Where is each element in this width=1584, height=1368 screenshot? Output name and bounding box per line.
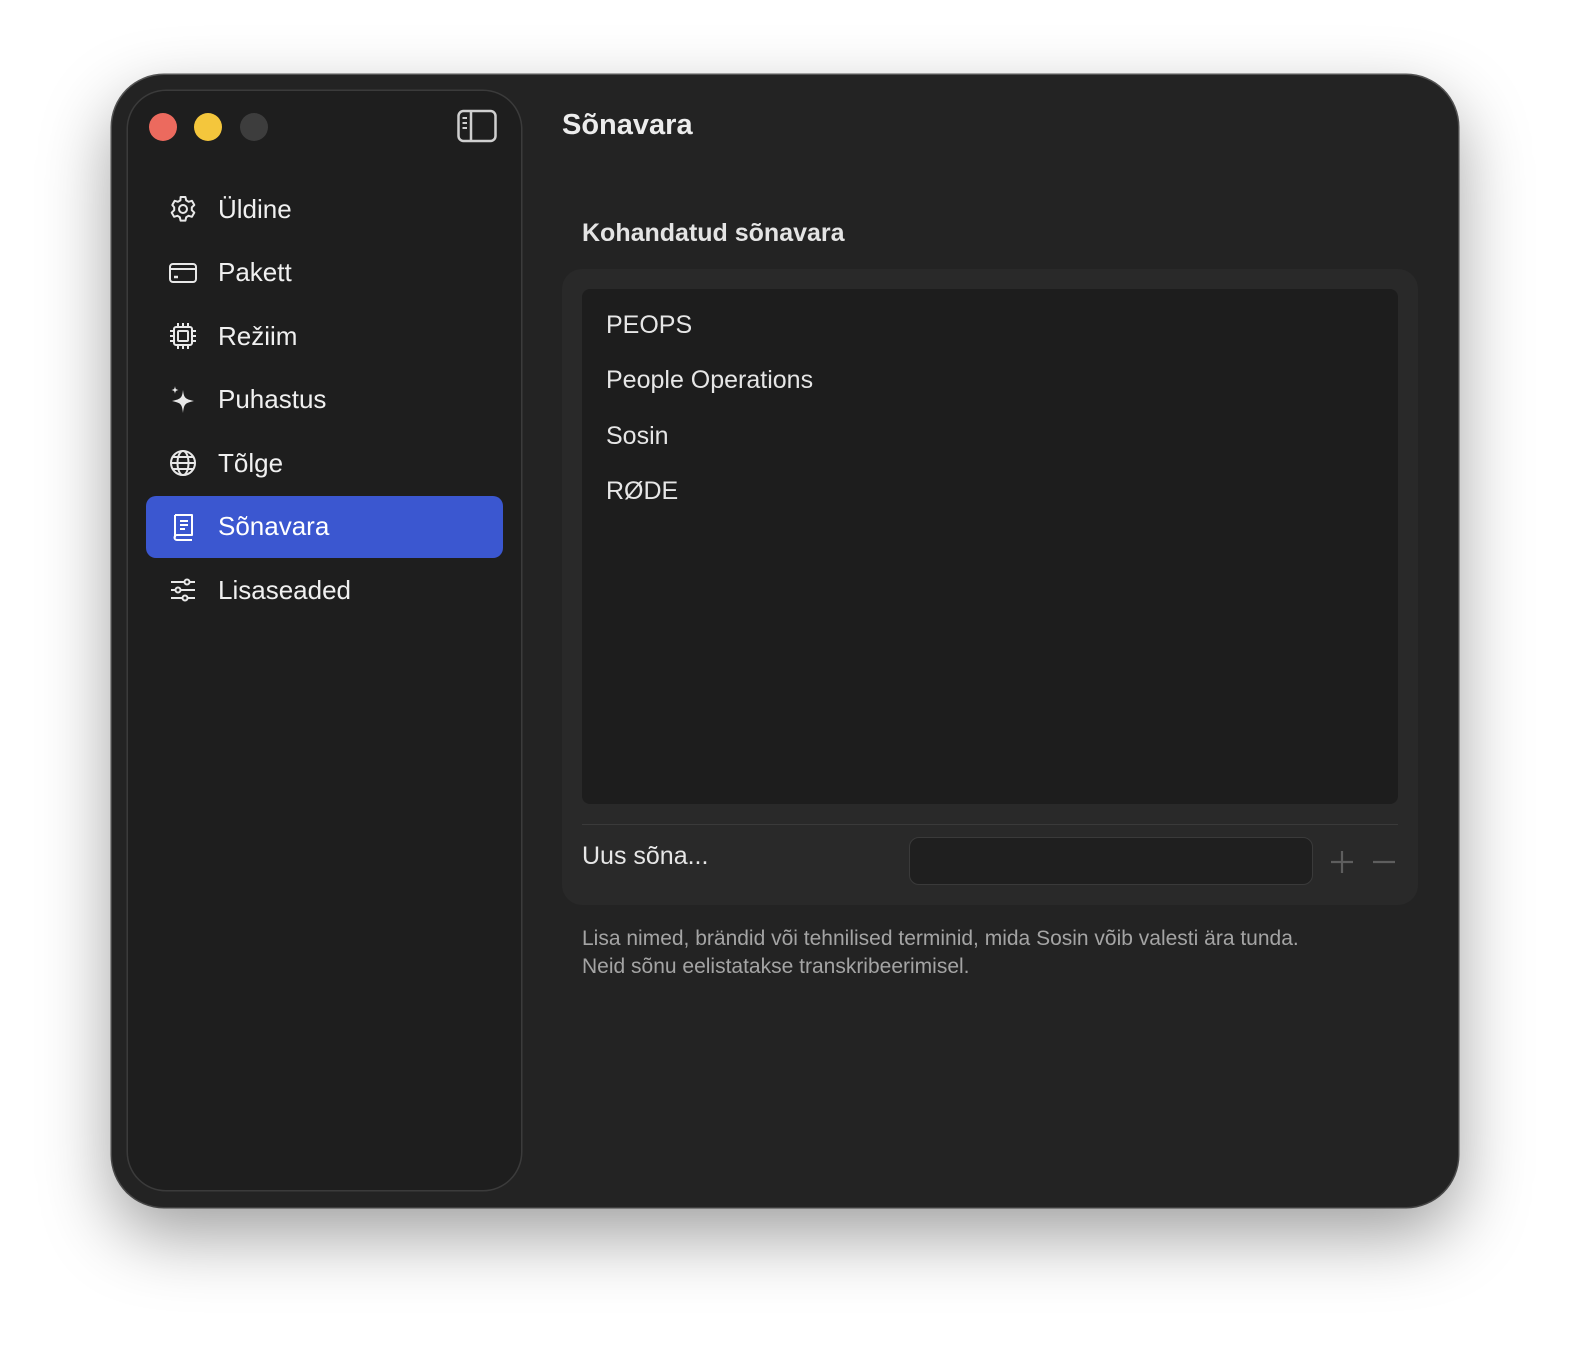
- credit-card-icon: [168, 258, 198, 288]
- word-list[interactable]: PEOPS People Operations Sosin RØDE: [582, 289, 1398, 804]
- help-text: Lisa nimed, brändid või tehnilised termi…: [582, 925, 1412, 981]
- sidebar-item-label: Sõnavara: [218, 511, 330, 541]
- sidebar-item-advanced[interactable]: Lisaseaded: [146, 559, 503, 621]
- new-word-label: Uus sõna...: [582, 842, 709, 870]
- plus-icon: [1331, 851, 1353, 873]
- close-window-button[interactable]: [149, 113, 177, 141]
- sidebar-item-plan[interactable]: Pakett: [146, 242, 503, 304]
- help-text-line: Lisa nimed, brändid või tehnilised termi…: [582, 927, 1299, 950]
- sidebar: Üldine Pakett Režiim Puhastus Tõlge Sõna…: [128, 91, 521, 1190]
- sidebar-item-vocabulary[interactable]: Sõnavara: [146, 495, 503, 558]
- help-text-line: Neid sõnu eelistatakse transkribeerimise…: [582, 955, 970, 978]
- sidebar-item-label: Tõlge: [218, 447, 284, 478]
- gear-icon: [168, 194, 198, 224]
- new-word-input[interactable]: [909, 837, 1313, 885]
- vocabulary-card: PEOPS People Operations Sosin RØDE Uus s…: [562, 269, 1418, 905]
- sidebar-nav: Üldine Pakett Režiim Puhastus Tõlge Sõna…: [146, 178, 503, 623]
- remove-word-button[interactable]: [1370, 848, 1398, 876]
- sidebar-item-label: Pakett: [218, 257, 292, 287]
- divider: [582, 824, 1398, 825]
- page-title: Sõnavara: [562, 109, 693, 141]
- zoom-window-button[interactable]: [240, 113, 268, 141]
- sidebar-item-label: Üldine: [218, 193, 292, 224]
- sidebar-item-cleanup[interactable]: Puhastus: [146, 369, 503, 431]
- sidebar-toggle-icon[interactable]: [457, 109, 497, 143]
- sliders-icon: [168, 575, 198, 605]
- globe-icon: [168, 448, 198, 478]
- sidebar-item-label: Režiim: [218, 320, 298, 351]
- sidebar-item-general[interactable]: Üldine: [146, 178, 503, 240]
- settings-window: Üldine Pakett Režiim Puhastus Tõlge Sõna…: [112, 75, 1458, 1207]
- minimize-window-button[interactable]: [194, 113, 222, 141]
- list-item[interactable]: PEOPS: [606, 311, 692, 340]
- list-item[interactable]: Sosin: [606, 422, 669, 451]
- sparkles-icon: [168, 385, 198, 415]
- minus-icon: [1373, 860, 1395, 864]
- sidebar-item-label: Puhastus: [218, 384, 327, 414]
- list-item[interactable]: People Operations: [606, 366, 813, 395]
- section-title: Kohandatud sõnavara: [582, 219, 845, 247]
- sidebar-item-mode[interactable]: Režiim: [146, 305, 503, 367]
- add-word-button[interactable]: [1328, 848, 1356, 876]
- cpu-chip-icon: [168, 321, 198, 351]
- book-icon: [168, 512, 198, 542]
- sidebar-item-translation[interactable]: Tõlge: [146, 432, 503, 494]
- sidebar-item-label: Lisaseaded: [218, 574, 351, 605]
- list-item[interactable]: RØDE: [606, 477, 678, 506]
